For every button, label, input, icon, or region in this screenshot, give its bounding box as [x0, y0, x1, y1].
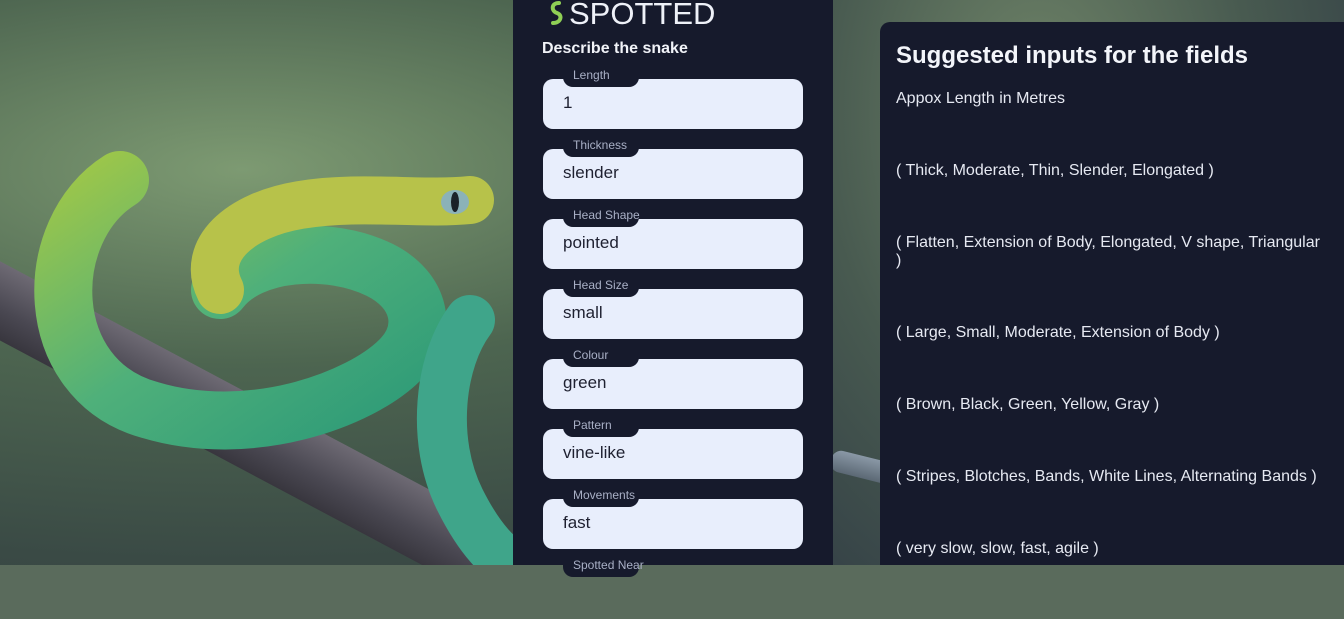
form-heading: Describe the snake	[542, 40, 688, 57]
suggestion-head-size: ( Large, Small, Moderate, Extension of B…	[896, 324, 1220, 341]
thickness-label: Thickness	[573, 138, 628, 152]
pattern-field[interactable]: vine-like Pattern	[543, 418, 803, 479]
head-size-field[interactable]: small Head Size	[543, 278, 803, 339]
head-size-label: Head Size	[573, 278, 629, 292]
suggestion-colour: ( Brown, Black, Green, Yellow, Gray )	[896, 396, 1160, 413]
movements-field[interactable]: fast Movements	[543, 488, 803, 549]
spotted-near-label: Spotted Near	[573, 558, 644, 572]
length-field[interactable]: 1 Length	[543, 68, 803, 129]
spotted-near-field[interactable]: Spotted Near	[543, 558, 803, 619]
head-shape-field[interactable]: pointed Head Shape	[543, 208, 803, 269]
suggestion-movements: ( very slow, slow, fast, agile )	[896, 540, 1099, 557]
colour-field[interactable]: green Colour	[543, 348, 803, 409]
brand-logo[interactable]: SPOTTED	[545, 0, 715, 34]
suggestion-pattern: ( Stripes, Blotches, Bands, White Lines,…	[896, 468, 1317, 485]
snake-description-form: SPOTTED Describe the snake 1 Length slen…	[513, 0, 833, 577]
head-shape-label: Head Shape	[573, 208, 640, 222]
thickness-field[interactable]: slender Thickness	[543, 138, 803, 199]
suggestion-head-shape: ( Flatten, Extension of Body, Elongated,…	[896, 234, 1320, 269]
suggestion-length: Appox Length in Metres	[896, 90, 1065, 107]
snake-illustration	[34, 151, 520, 565]
suggestions-panel: Suggested inputs for the fields Appox Le…	[880, 22, 1344, 565]
brand-name: SPOTTED	[569, 0, 716, 31]
colour-label: Colour	[573, 348, 609, 362]
pattern-label: Pattern	[573, 418, 612, 432]
suggestion-thickness: ( Thick, Moderate, Thin, Slender, Elonga…	[896, 162, 1214, 179]
snake-icon	[550, 1, 563, 25]
movements-label: Movements	[573, 488, 636, 502]
length-label: Length	[573, 68, 610, 82]
suggestions-title: Suggested inputs for the fields	[896, 42, 1249, 69]
